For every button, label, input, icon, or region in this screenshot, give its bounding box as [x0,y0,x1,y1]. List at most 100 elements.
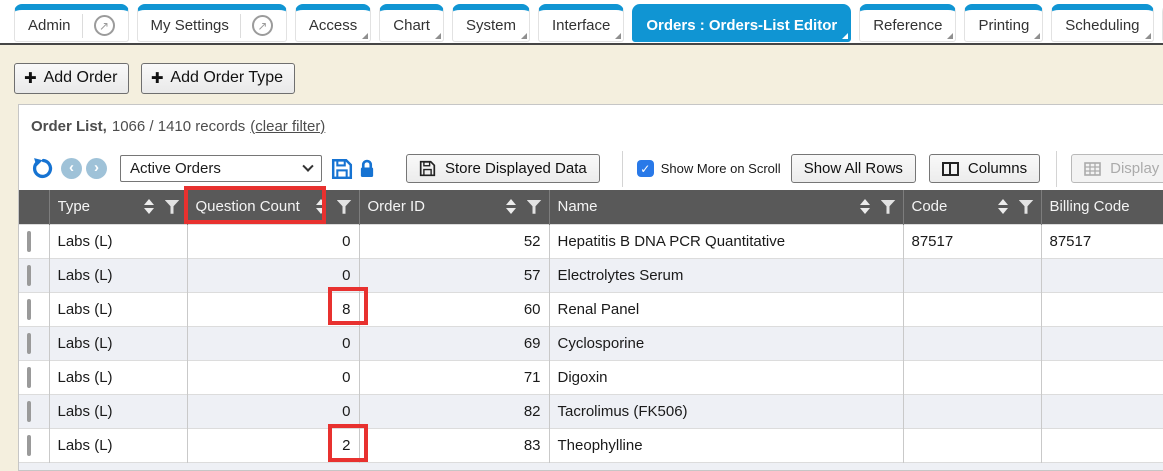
name-cell: Digoxin [549,360,903,394]
row-select-cell[interactable] [19,360,49,394]
row-checkbox[interactable] [27,265,31,286]
row-select-cell[interactable] [19,428,49,462]
type-cell: Labs (L) [49,428,187,462]
row-checkbox[interactable] [27,435,31,456]
filter-icon[interactable] [881,200,896,214]
table-row[interactable]: Labs (L) 0 52 Hepatitis B DNA PCR Quanti… [19,224,1163,258]
row-checkbox[interactable] [27,299,31,320]
show-all-rows-button[interactable]: Show All Rows [791,154,916,183]
tab-menu-caret-icon [615,33,621,39]
panel-title-row: Order List, 1066 / 1410 records (clear f… [19,105,1163,147]
show-more-on-scroll-label[interactable]: Show More on Scroll [661,161,781,176]
tab-printing[interactable]: Printing [964,4,1043,42]
billing-code-cell: 87517 [1041,224,1163,258]
next-page-icon[interactable]: › [86,158,107,179]
select-all-header[interactable] [19,190,49,224]
refresh-icon[interactable] [31,157,54,180]
tab-orders-list-editor-active[interactable]: Orders : Orders-List Editor [632,4,851,42]
tab-divider [82,14,83,38]
row-checkbox[interactable] [27,333,31,354]
name-cell: Renal Panel [549,292,903,326]
orders-table: Type Question Count [19,190,1163,471]
sort-icon[interactable] [860,199,870,214]
table-row[interactable]: Labs (L) 0 71 Digoxin [19,360,1163,394]
external-link-icon[interactable]: ↗ [252,15,273,36]
order-id-cell: 60 [359,292,549,326]
table-row[interactable]: Labs (L) 0 82 Tacrolimus (FK506) [19,394,1163,428]
view-filter-select[interactable]: Active Orders [120,155,322,182]
sort-icon[interactable] [506,199,516,214]
view-filter-value: Active Orders [130,160,221,177]
row-select-cell[interactable] [19,258,49,292]
plus-icon: ✚ [24,69,37,87]
row-checkbox[interactable] [27,231,31,252]
sort-icon[interactable] [316,199,326,214]
table-row[interactable]: Labs (L) 8 60 Renal Panel [19,292,1163,326]
code-cell [903,360,1041,394]
question-count-cell: 0 [187,224,359,258]
filter-icon[interactable] [165,200,180,214]
previous-page-icon[interactable]: ‹ [61,158,82,179]
question-count-cell: 0 [187,394,359,428]
tab-menu-caret-icon [1145,33,1151,39]
type-cell: Labs (L) [49,326,187,360]
row-checkbox[interactable] [27,401,31,422]
column-header-code[interactable]: Code [903,190,1041,224]
table-row[interactable]: Labs (L) 0 69 Cyclosporine [19,326,1163,360]
tab-menu-caret-icon [362,33,368,39]
tab-my-settings[interactable]: My Settings ↗ [137,4,287,42]
table-row-partial [19,462,1163,471]
table-row[interactable]: Labs (L) 0 57 Electrolytes Serum [19,258,1163,292]
column-header-type[interactable]: Type [49,190,187,224]
grid-icon [1084,162,1101,176]
column-header-question-count[interactable]: Question Count [187,190,359,224]
tab-chart[interactable]: Chart [379,4,444,42]
add-order-button[interactable]: ✚Add Order [14,63,129,94]
column-header-name[interactable]: Name [549,190,903,224]
table-row[interactable]: Labs (L) 2 83 Theophylline [19,428,1163,462]
question-count-cell-highlighted: 8 [187,292,359,326]
tab-menu-caret-icon [435,33,441,39]
row-select-cell[interactable] [19,394,49,428]
row-checkbox[interactable] [27,367,31,388]
clear-filter-link[interactable]: (clear filter) [250,118,325,135]
add-order-type-button[interactable]: ✚Add Order Type [141,63,295,94]
records-count: 1066 / 1410 records [112,118,245,135]
tab-interface[interactable]: Interface [538,4,624,42]
external-link-icon[interactable]: ↗ [94,15,115,36]
sort-icon[interactable] [998,199,1008,214]
toolbar-divider [622,151,623,187]
sort-icon[interactable] [144,199,154,214]
store-displayed-data-button[interactable]: Store Displayed Data [406,154,600,183]
tab-scheduling[interactable]: Scheduling [1051,4,1153,42]
column-header-billing-code[interactable]: Billing Code [1041,190,1163,224]
table-header-row: Type Question Count [19,190,1163,224]
floppy-disk-icon [419,160,436,177]
tab-admin[interactable]: Admin ↗ [14,4,129,42]
lock-icon[interactable] [358,159,376,179]
show-more-on-scroll-checkbox[interactable]: ✓ [637,160,654,177]
billing-code-cell [1041,428,1163,462]
columns-button[interactable]: Columns [929,154,1040,183]
display-grid-button-disabled: Display G [1071,154,1163,183]
tab-system[interactable]: System [452,4,530,42]
tab-label: Scheduling [1065,17,1139,34]
tab-reference[interactable]: Reference [859,4,956,42]
save-view-icon[interactable] [331,158,353,180]
row-select-cell[interactable] [19,224,49,258]
row-select-cell[interactable] [19,292,49,326]
filter-icon[interactable] [337,200,352,214]
toolbar-divider [1056,151,1057,187]
billing-code-cell [1041,326,1163,360]
tab-divider [240,14,241,38]
order-id-cell: 52 [359,224,549,258]
tab-label: Interface [552,17,610,34]
tab-label: Chart [393,17,430,34]
column-header-order-id[interactable]: Order ID [359,190,549,224]
filter-icon[interactable] [1019,200,1034,214]
filter-icon[interactable] [527,200,542,214]
tab-label: System [466,17,516,34]
panel-title: Order List, [31,118,107,135]
row-select-cell[interactable] [19,326,49,360]
tab-access[interactable]: Access [295,4,371,42]
